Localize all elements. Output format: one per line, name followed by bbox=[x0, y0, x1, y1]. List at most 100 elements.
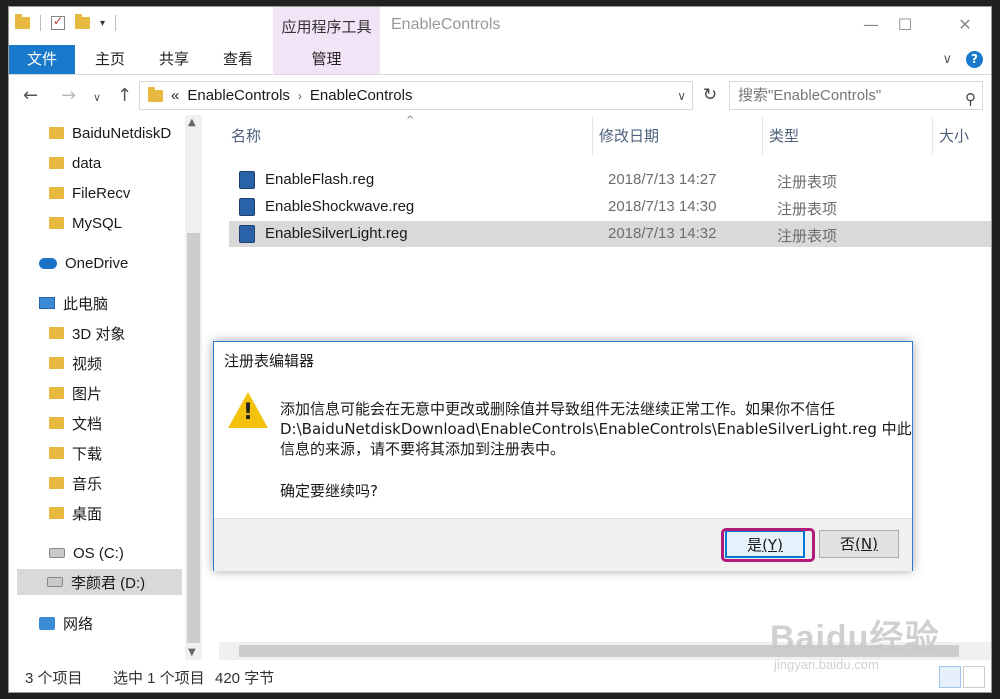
search-input[interactable]: 搜索"EnableControls" ⚲ bbox=[729, 81, 983, 110]
folder-icon bbox=[49, 187, 64, 199]
recent-locations-button[interactable]: ∨ bbox=[93, 91, 101, 104]
registry-file-icon bbox=[239, 198, 255, 216]
scroll-up-icon[interactable]: ▲ bbox=[188, 117, 196, 128]
yes-button-highlight bbox=[721, 528, 815, 562]
file-row[interactable]: EnableShockwave.reg 2018/7/13 14:30 注册表项 bbox=[229, 194, 991, 220]
help-icon[interactable]: ? bbox=[966, 51, 983, 68]
ribbon-controls: ∨ ? bbox=[942, 51, 983, 68]
warning-mark: ! bbox=[242, 400, 254, 425]
registry-file-icon bbox=[239, 225, 255, 243]
cloud-icon bbox=[39, 257, 57, 269]
pc-icon bbox=[39, 297, 55, 309]
tab-manage[interactable]: 管理 bbox=[273, 45, 380, 74]
nav-item-baidunetdisk[interactable]: BaiduNetdiskD bbox=[49, 120, 171, 146]
selection-count: 选中 1 个项目 bbox=[113, 670, 205, 687]
title-bar: ▾ 应用程序工具 EnableControls — ☐ ✕ bbox=[9, 7, 991, 45]
column-divider[interactable] bbox=[592, 117, 593, 155]
tab-home[interactable]: 主页 bbox=[83, 45, 137, 74]
window-title: EnableControls bbox=[391, 16, 501, 33]
address-dropdown-icon[interactable]: ∨ bbox=[677, 89, 686, 103]
details-view-icon[interactable] bbox=[939, 666, 961, 688]
folder-icon bbox=[49, 157, 64, 169]
column-header-size[interactable]: 大小 bbox=[939, 125, 969, 146]
close-button[interactable]: ✕ bbox=[945, 11, 985, 39]
nav-item-drive-d[interactable]: 李颜君 (D:) bbox=[17, 569, 182, 595]
drive-icon bbox=[47, 577, 63, 587]
tab-share[interactable]: 共享 bbox=[149, 45, 199, 74]
column-header-name[interactable]: 名称 bbox=[231, 125, 261, 146]
large-icons-view-icon[interactable] bbox=[963, 666, 985, 688]
maximize-button[interactable]: ☐ bbox=[885, 11, 925, 39]
folder-icon bbox=[49, 127, 64, 139]
folder-icon bbox=[49, 217, 64, 229]
nav-item-pictures[interactable]: 图片 bbox=[49, 380, 102, 406]
screenshot-frame: ▾ 应用程序工具 EnableControls — ☐ ✕ 文件 主页 共享 查… bbox=[0, 0, 1000, 699]
scroll-down-icon[interactable]: ▼ bbox=[188, 647, 196, 658]
tab-view[interactable]: 查看 bbox=[213, 45, 263, 74]
address-bar[interactable]: « EnableControls › EnableControls ∨ bbox=[139, 81, 693, 110]
dialog-title: 注册表编辑器 bbox=[224, 352, 315, 370]
folder-icon bbox=[49, 327, 64, 339]
toolbar-divider bbox=[115, 15, 117, 31]
folder-icon bbox=[49, 417, 64, 429]
file-row[interactable]: EnableFlash.reg 2018/7/13 14:27 注册表项 bbox=[229, 167, 991, 193]
search-placeholder: 搜索"EnableControls" bbox=[738, 87, 882, 104]
forward-button[interactable]: → bbox=[61, 85, 76, 106]
selection-size: 420 字节 bbox=[215, 670, 275, 687]
folder-icon bbox=[49, 447, 64, 459]
nav-item-music[interactable]: 音乐 bbox=[49, 470, 102, 496]
folder-icon[interactable] bbox=[15, 14, 30, 29]
no-button[interactable]: 否(N) bbox=[819, 530, 899, 558]
column-header-type[interactable]: 类型 bbox=[769, 125, 799, 146]
refresh-button[interactable]: ↻ bbox=[697, 81, 723, 110]
nav-item-drive-c[interactable]: OS (C:) bbox=[49, 540, 124, 566]
quick-access-toolbar: ▾ bbox=[15, 14, 117, 31]
nav-scrollbar[interactable]: ▲ ▼ bbox=[185, 115, 202, 660]
nav-item-videos[interactable]: 视频 bbox=[49, 350, 102, 376]
nav-item-mysql[interactable]: MySQL bbox=[49, 210, 122, 236]
breadcrumb-overflow[interactable]: « bbox=[171, 87, 179, 104]
folder-icon bbox=[49, 357, 64, 369]
new-folder-icon[interactable] bbox=[75, 14, 90, 29]
breadcrumb-separator-icon[interactable]: › bbox=[298, 89, 302, 103]
sort-ascending-icon: ^ bbox=[406, 115, 415, 126]
search-icon[interactable]: ⚲ bbox=[965, 86, 976, 113]
folder-icon bbox=[148, 86, 163, 102]
nav-item-filerecv[interactable]: FileRecv bbox=[49, 180, 130, 206]
up-button[interactable]: ↑ bbox=[117, 85, 132, 106]
baidu-jingyan-watermark: Baidu经验 jingyan.baidu.com bbox=[770, 619, 940, 672]
nav-item-network[interactable]: 网络 bbox=[39, 610, 93, 636]
navigation-pane: BaiduNetdiskD data FileRecv MySQL OneDri… bbox=[9, 115, 203, 660]
breadcrumb-item[interactable]: EnableControls bbox=[310, 87, 413, 104]
nav-item-3d-objects[interactable]: 3D 对象 bbox=[49, 320, 125, 346]
tab-file[interactable]: 文件 bbox=[9, 45, 75, 74]
nav-item-downloads[interactable]: 下载 bbox=[49, 440, 102, 466]
column-divider[interactable] bbox=[932, 117, 933, 155]
nav-item-documents[interactable]: 文档 bbox=[49, 410, 102, 436]
nav-item-data[interactable]: data bbox=[49, 150, 101, 176]
customize-toolbar-icon[interactable]: ▾ bbox=[100, 18, 105, 29]
column-header-date[interactable]: 修改日期 bbox=[599, 125, 659, 146]
nav-item-this-pc[interactable]: 此电脑 bbox=[39, 290, 108, 316]
toolbar-divider bbox=[40, 15, 41, 31]
folder-icon bbox=[49, 507, 64, 519]
back-button[interactable]: ← bbox=[23, 85, 38, 106]
dialog-message: 添加信息可能会在无意中更改或删除值并导致组件无法继续正常工作。如果你不信任 D:… bbox=[280, 400, 912, 458]
network-icon bbox=[39, 616, 55, 630]
context-tab-app-tools: 应用程序工具 bbox=[273, 7, 380, 45]
breadcrumb-item[interactable]: EnableControls bbox=[187, 87, 290, 104]
registry-file-icon bbox=[239, 171, 255, 189]
nav-item-desktop[interactable]: 桌面 bbox=[49, 500, 102, 526]
folder-icon bbox=[49, 387, 64, 399]
nav-scrollbar-thumb[interactable] bbox=[187, 233, 200, 643]
navigation-bar: ← → ∨ ↑ « EnableControls › EnableControl… bbox=[9, 77, 991, 115]
collapse-ribbon-icon[interactable]: ∨ bbox=[942, 52, 952, 67]
dialog-confirm-question: 确定要继续吗? bbox=[280, 482, 378, 500]
drive-icon bbox=[49, 548, 65, 558]
file-row-selected[interactable]: EnableSilverLight.reg 2018/7/13 14:32 注册… bbox=[229, 221, 991, 247]
ribbon: 文件 主页 共享 查看 管理 ∨ ? bbox=[9, 45, 991, 75]
column-divider[interactable] bbox=[762, 117, 763, 155]
nav-item-onedrive[interactable]: OneDrive bbox=[39, 250, 128, 276]
properties-icon[interactable] bbox=[51, 14, 65, 30]
folder-icon bbox=[49, 477, 64, 489]
